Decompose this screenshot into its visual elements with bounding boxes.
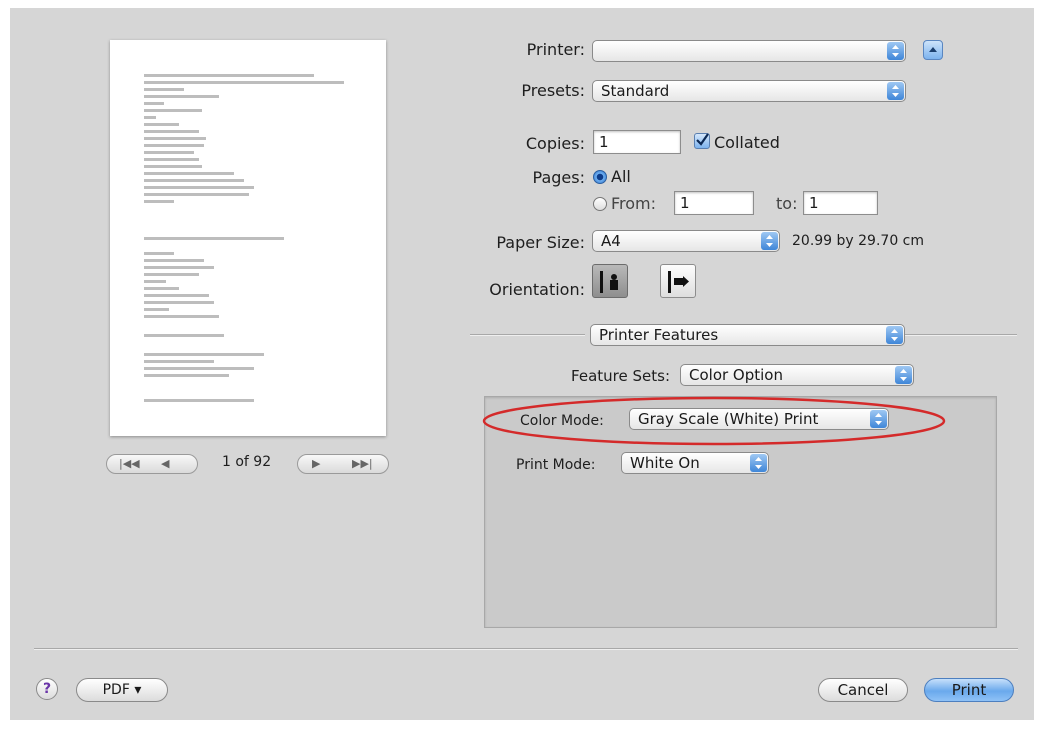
popup-arrows-icon <box>887 82 904 100</box>
popup-arrows-icon <box>750 454 767 472</box>
orientation-label: Orientation: <box>489 280 585 299</box>
portrait-orientation-button[interactable] <box>592 264 628 298</box>
portrait-icon <box>600 271 618 293</box>
previous-page-button[interactable]: ◀ <box>161 455 169 473</box>
print-dialog: |◀◀ ◀ 1 of 92 ▶ ▶▶| Printer: Presets: St… <box>10 8 1034 720</box>
paper-dimensions: 20.99 by 29.70 cm <box>792 233 925 249</box>
print-mode-value: White On <box>630 454 700 472</box>
first-page-button[interactable]: |◀◀ <box>119 455 140 473</box>
collated-label: Collated <box>714 133 780 152</box>
pages-to-field[interactable]: 1 <box>803 191 878 215</box>
copies-field[interactable]: 1 <box>593 130 681 154</box>
paper-size-label: Paper Size: <box>496 233 585 252</box>
popup-arrows-icon <box>887 42 904 60</box>
footer-divider <box>34 648 1018 650</box>
pages-from-label: From: <box>611 194 657 213</box>
printer-label: Printer: <box>526 40 585 59</box>
next-page-button[interactable]: ▶ <box>312 455 320 473</box>
collated-checkbox[interactable] <box>694 133 710 149</box>
preview-nav-left-group: |◀◀ ◀ <box>106 454 198 474</box>
landscape-icon <box>668 271 689 293</box>
help-button[interactable]: ? <box>36 678 58 700</box>
pages-all-radio[interactable] <box>593 170 607 184</box>
pages-all-label: All <box>611 167 631 186</box>
feature-sets-value: Color Option <box>689 366 783 384</box>
preview-text-block <box>144 74 344 406</box>
checkmark-icon <box>696 133 709 146</box>
help-icon: ? <box>42 681 52 697</box>
highlight-ellipse <box>482 396 946 446</box>
last-page-button[interactable]: ▶▶| <box>352 455 373 473</box>
popup-arrows-icon <box>895 366 912 384</box>
paper-size-value: A4 <box>601 232 621 250</box>
feature-sets-label: Feature Sets: <box>571 367 670 385</box>
page-preview <box>110 40 386 436</box>
pages-to-label: to: <box>776 194 798 213</box>
preview-nav-right-group: ▶ ▶▶| <box>297 454 389 474</box>
presets-label: Presets: <box>521 81 585 100</box>
feature-sets-popup[interactable]: Color Option <box>680 364 914 386</box>
presets-value: Standard <box>601 82 670 100</box>
popup-arrows-icon <box>886 326 903 344</box>
pages-label: Pages: <box>532 168 585 187</box>
section-popup[interactable]: Printer Features <box>590 324 905 346</box>
print-button[interactable]: Print <box>924 678 1014 702</box>
pages-from-radio[interactable] <box>593 197 607 211</box>
section-value: Printer Features <box>599 326 719 344</box>
pdf-menu-button[interactable]: PDF ▾ <box>76 678 168 702</box>
printer-popup[interactable] <box>592 40 906 62</box>
copies-label: Copies: <box>525 134 585 153</box>
disclosure-button[interactable] <box>923 40 943 60</box>
print-mode-popup[interactable]: White On <box>621 452 769 474</box>
section-divider-right <box>905 334 1017 336</box>
paper-size-popup[interactable]: A4 <box>592 230 780 252</box>
pages-from-field[interactable]: 1 <box>674 191 754 215</box>
page-indicator: 1 of 92 <box>222 454 272 470</box>
section-divider-left <box>470 334 585 336</box>
landscape-orientation-button[interactable] <box>660 264 696 298</box>
popup-arrows-icon <box>761 232 778 250</box>
cancel-button[interactable]: Cancel <box>818 678 908 702</box>
print-mode-label: Print Mode: <box>516 457 596 473</box>
triangle-up-icon <box>929 47 937 52</box>
presets-popup[interactable]: Standard <box>592 80 906 102</box>
